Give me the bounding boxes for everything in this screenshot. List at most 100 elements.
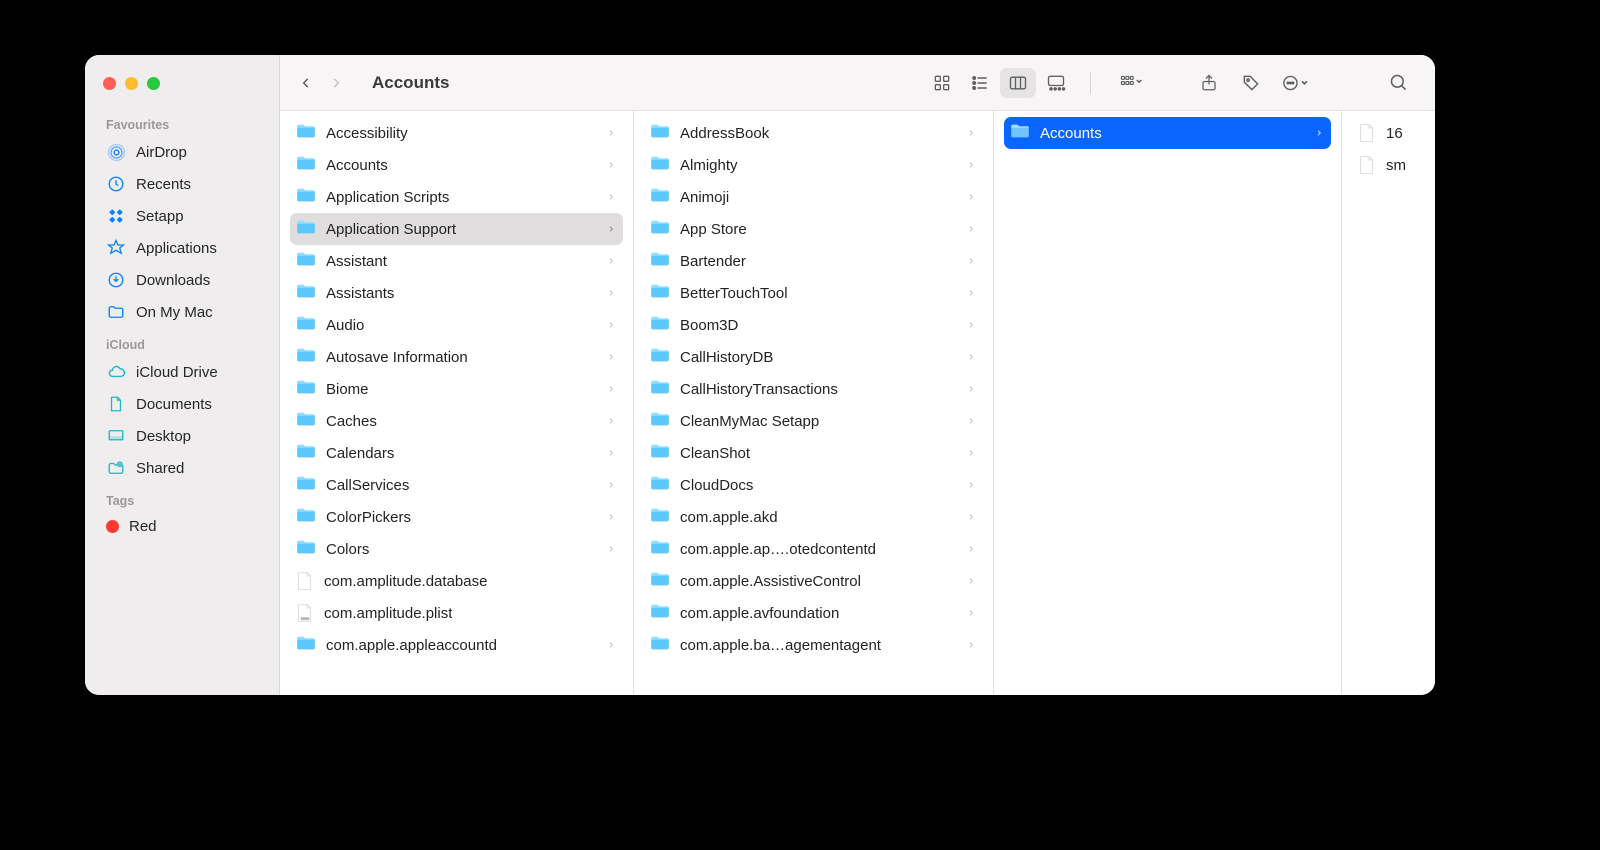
item-icon bbox=[650, 123, 670, 143]
toolbar: Accounts bbox=[280, 55, 1435, 111]
sidebar-item-setapp[interactable]: Setapp bbox=[85, 200, 279, 232]
item-label: Accounts bbox=[1040, 125, 1102, 142]
sidebar-item-shared[interactable]: Shared bbox=[85, 452, 279, 484]
chevron-right-icon bbox=[967, 637, 975, 654]
column-4[interactable]: 16 sm bbox=[1342, 111, 1435, 695]
view-list-button[interactable] bbox=[962, 68, 998, 98]
list-item[interactable]: Biome bbox=[290, 373, 623, 405]
sidebar-item-airdrop[interactable]: AirDrop bbox=[85, 136, 279, 168]
item-icon bbox=[650, 539, 670, 559]
list-item[interactable]: 16 bbox=[1352, 117, 1425, 149]
document-icon bbox=[106, 394, 126, 414]
view-gallery-button[interactable] bbox=[1038, 68, 1074, 98]
list-item[interactable]: AddressBook bbox=[644, 117, 983, 149]
item-label: Colors bbox=[326, 541, 369, 558]
fullscreen-button[interactable] bbox=[147, 77, 160, 90]
share-button[interactable] bbox=[1191, 68, 1227, 98]
item-icon bbox=[650, 251, 670, 271]
list-item[interactable]: Accounts bbox=[1004, 117, 1331, 149]
chevron-right-icon bbox=[967, 125, 975, 142]
column-2[interactable]: AddressBook Almighty Animoji App Store bbox=[634, 111, 994, 695]
list-item[interactable]: Audio bbox=[290, 309, 623, 341]
item-icon bbox=[296, 507, 316, 527]
item-label: Accounts bbox=[326, 157, 388, 174]
chevron-right-icon bbox=[607, 541, 615, 558]
sidebar-item-downloads[interactable]: Downloads bbox=[85, 264, 279, 296]
sidebar-item-applications[interactable]: Applications bbox=[85, 232, 279, 264]
close-button[interactable] bbox=[103, 77, 116, 90]
item-icon bbox=[296, 283, 316, 303]
list-item[interactable]: Boom3D bbox=[644, 309, 983, 341]
group-by-button[interactable] bbox=[1107, 68, 1155, 98]
item-label: CallHistoryTransactions bbox=[680, 381, 838, 398]
list-item[interactable]: com.apple.akd bbox=[644, 501, 983, 533]
list-item[interactable]: com.apple.ba…agementagent bbox=[644, 629, 983, 661]
item-icon bbox=[650, 347, 670, 367]
item-icon bbox=[296, 475, 316, 495]
sidebar-item-tag-red[interactable]: Red bbox=[85, 512, 279, 541]
list-item[interactable]: com.amplitude.plist bbox=[290, 597, 623, 629]
list-item[interactable]: com.apple.appleaccountd bbox=[290, 629, 623, 661]
search-button[interactable] bbox=[1381, 68, 1417, 98]
list-item[interactable]: com.amplitude.database bbox=[290, 565, 623, 597]
list-item[interactable]: Bartender bbox=[644, 245, 983, 277]
list-item[interactable]: App Store bbox=[644, 213, 983, 245]
view-icons-button[interactable] bbox=[924, 68, 960, 98]
list-item[interactable]: Calendars bbox=[290, 437, 623, 469]
list-item[interactable]: CloudDocs bbox=[644, 469, 983, 501]
list-item[interactable]: Animoji bbox=[644, 181, 983, 213]
list-item[interactable]: sm bbox=[1352, 149, 1425, 181]
list-item[interactable]: Colors bbox=[290, 533, 623, 565]
item-icon bbox=[296, 155, 316, 175]
list-item[interactable]: CallHistoryDB bbox=[644, 341, 983, 373]
list-item[interactable]: com.apple.avfoundation bbox=[644, 597, 983, 629]
setapp-icon bbox=[106, 206, 126, 226]
list-item[interactable]: CallServices bbox=[290, 469, 623, 501]
item-icon bbox=[296, 187, 316, 207]
list-item[interactable]: ColorPickers bbox=[290, 501, 623, 533]
item-label: com.amplitude.database bbox=[324, 573, 487, 590]
list-item[interactable]: Caches bbox=[290, 405, 623, 437]
tags-button[interactable] bbox=[1233, 68, 1269, 98]
sidebar-item-onmymac[interactable]: On My Mac bbox=[85, 296, 279, 328]
list-item[interactable]: Accessibility bbox=[290, 117, 623, 149]
list-item[interactable]: Assistant bbox=[290, 245, 623, 277]
sidebar-item-recents[interactable]: Recents bbox=[85, 168, 279, 200]
chevron-right-icon bbox=[607, 157, 615, 174]
window-traffic-lights bbox=[85, 63, 279, 108]
sidebar-item-documents[interactable]: Documents bbox=[85, 388, 279, 420]
chevron-right-icon bbox=[607, 189, 615, 206]
list-item[interactable]: Autosave Information bbox=[290, 341, 623, 373]
actions-button[interactable] bbox=[1275, 68, 1319, 98]
list-item[interactable]: CleanShot bbox=[644, 437, 983, 469]
view-columns-button[interactable] bbox=[1000, 68, 1036, 98]
list-item[interactable]: CallHistoryTransactions bbox=[644, 373, 983, 405]
chevron-right-icon bbox=[607, 349, 615, 366]
list-item[interactable]: BetterTouchTool bbox=[644, 277, 983, 309]
column-1[interactable]: Accessibility Accounts Application Scrip… bbox=[280, 111, 634, 695]
list-item[interactable]: com.apple.AssistiveControl bbox=[644, 565, 983, 597]
item-label: App Store bbox=[680, 221, 747, 238]
item-icon bbox=[650, 315, 670, 335]
item-icon bbox=[296, 603, 314, 623]
forward-button[interactable] bbox=[324, 71, 348, 95]
chevron-right-icon bbox=[967, 189, 975, 206]
list-item[interactable]: CleanMyMac Setapp bbox=[644, 405, 983, 437]
list-item[interactable]: com.apple.ap….otedcontentd bbox=[644, 533, 983, 565]
sidebar-item-icloud-drive[interactable]: iCloud Drive bbox=[85, 356, 279, 388]
item-icon bbox=[296, 251, 316, 271]
list-item[interactable]: Almighty bbox=[644, 149, 983, 181]
chevron-right-icon bbox=[607, 317, 615, 334]
item-label: sm bbox=[1386, 157, 1406, 174]
column-3[interactable]: Accounts bbox=[994, 111, 1342, 695]
list-item[interactable]: Assistants bbox=[290, 277, 623, 309]
list-item[interactable]: Application Support bbox=[290, 213, 623, 245]
list-item[interactable]: Application Scripts bbox=[290, 181, 623, 213]
item-icon bbox=[650, 155, 670, 175]
minimize-button[interactable] bbox=[125, 77, 138, 90]
list-item[interactable]: Accounts bbox=[290, 149, 623, 181]
chevron-right-icon bbox=[1315, 125, 1323, 142]
chevron-right-icon bbox=[967, 381, 975, 398]
sidebar-item-desktop[interactable]: Desktop bbox=[85, 420, 279, 452]
back-button[interactable] bbox=[294, 71, 318, 95]
